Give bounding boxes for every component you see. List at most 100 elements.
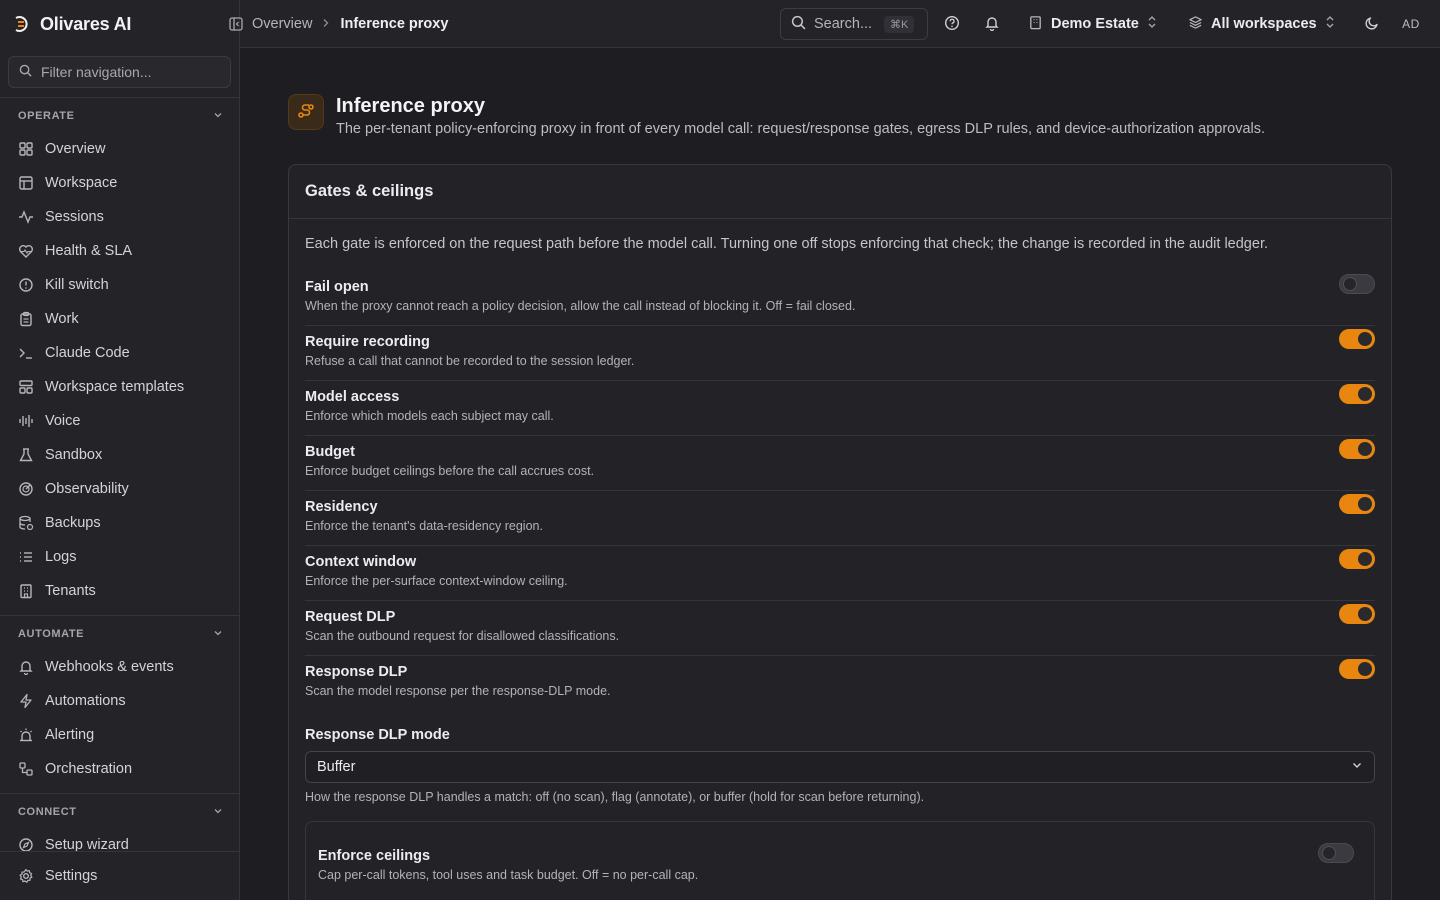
sidebar-toggle-button[interactable] (226, 15, 246, 35)
gate-label: Budget (305, 444, 355, 460)
gate-description: Refuse a call that cannot be recorded to… (305, 354, 635, 368)
search-icon (19, 64, 32, 80)
model-access-toggle[interactable] (1339, 384, 1375, 404)
page-icon (288, 94, 324, 130)
brand-logo-icon (12, 14, 32, 34)
moon-icon (1364, 15, 1380, 34)
sidebar-item-label: Alerting (45, 727, 95, 743)
toggle-knob (1358, 497, 1372, 511)
sidebar-item-voice[interactable]: Voice (8, 406, 231, 436)
sidebar-item-label: Sessions (45, 209, 104, 225)
sidebar-item-label: Kill switch (45, 277, 109, 293)
sidebar-item-label: Work (45, 311, 79, 327)
response-dlp-toggle[interactable] (1339, 659, 1375, 679)
sidebar-item-label: Automations (45, 693, 126, 709)
ceilings-card: Enforce ceilings Cap per-call tokens, to… (305, 821, 1375, 900)
response-dlp-mode-label: Response DLP mode (305, 727, 450, 743)
gate-description: Scan the model response per the response… (305, 684, 611, 698)
residency-toggle[interactable] (1339, 494, 1375, 514)
page-title: Inference proxy (336, 95, 485, 117)
workspace-picker[interactable]: All workspaces (1188, 12, 1335, 36)
sidebar-item-settings[interactable]: Settings (8, 861, 231, 891)
sidebar-item-automations[interactable]: Automations (8, 686, 231, 716)
request-dlp-toggle[interactable] (1339, 604, 1375, 624)
sidebar-item-webhooks-events[interactable]: Webhooks & events (8, 652, 231, 682)
dashboard-icon (17, 140, 35, 158)
toggle-knob (1358, 607, 1372, 621)
response-dlp-mode-select[interactable]: Buffer (305, 751, 1375, 783)
sidebar-item-label: Overview (45, 141, 106, 157)
group-connect[interactable]: CONNECT (18, 804, 223, 820)
sidebar-item-workspace-templates[interactable]: Workspace templates (8, 372, 231, 402)
sidebar-item-tenants[interactable]: Tenants (8, 576, 231, 606)
notifications-button[interactable] (982, 14, 1002, 34)
gate-description: Enforce the tenant's data-residency regi… (305, 519, 543, 533)
group-operate[interactable]: OPERATE (18, 108, 223, 124)
sidebar-item-orchestration[interactable]: Orchestration (8, 754, 231, 784)
brand-name: Olivares AI (40, 13, 132, 34)
require-recording-toggle[interactable] (1339, 329, 1375, 349)
sidebar-item-health-sla[interactable]: Health & SLA (8, 236, 231, 266)
fail-open-toggle[interactable] (1339, 274, 1375, 294)
toggle-knob (1343, 277, 1357, 291)
gate-budget: Budget Enforce budget ceilings before th… (305, 436, 1375, 491)
gate-description: Enforce the per-surface context-window c… (305, 574, 568, 588)
brand[interactable]: Olivares AI (12, 12, 131, 36)
context-window-toggle[interactable] (1339, 549, 1375, 569)
zap-icon (17, 692, 35, 710)
chevrons-up-down-icon (1325, 15, 1335, 33)
sidebar-item-logs[interactable]: Logs (8, 542, 231, 572)
sidebar-divider (0, 615, 239, 616)
tenant-picker[interactable]: Demo Estate (1028, 12, 1157, 36)
filter-navigation-input[interactable] (41, 64, 221, 80)
theme-toggle-button[interactable] (1362, 14, 1382, 34)
sidebar-item-observability[interactable]: Observability (8, 474, 231, 504)
search-placeholder: Search... (814, 16, 873, 32)
search-shortcut: ⌘K (884, 15, 915, 33)
tenant-name: Demo Estate (1051, 16, 1139, 32)
audio-lines-icon (17, 412, 35, 430)
sidebar-item-overview[interactable]: Overview (8, 134, 231, 164)
sidebar-item-claude-code[interactable]: Claude Code (8, 338, 231, 368)
sidebar-item-work[interactable]: Work (8, 304, 231, 334)
search-icon (791, 15, 806, 34)
bell-icon (984, 15, 1000, 34)
sidebar-item-workspace[interactable]: Workspace (8, 168, 231, 198)
sidebar-item-label: Workspace (45, 175, 118, 191)
sidebar-item-label: Tenants (45, 583, 96, 599)
chevron-down-icon (213, 628, 223, 641)
breadcrumb-current: Inference proxy (340, 16, 449, 32)
breadcrumb-overview-link[interactable]: Overview (252, 16, 312, 32)
avatar[interactable]: AD (1398, 12, 1424, 36)
sidebar-item-kill-switch[interactable]: Kill switch (8, 270, 231, 300)
alert-circle-icon (17, 276, 35, 294)
sidebar-item-sandbox[interactable]: Sandbox (8, 440, 231, 470)
gate-label: Model access (305, 389, 400, 405)
enforce-ceilings-toggle[interactable] (1318, 843, 1354, 863)
card-title: Gates & ceilings (305, 182, 434, 200)
chevron-down-icon (213, 806, 223, 819)
sidebar-item-label: Workspace templates (45, 379, 185, 395)
help-button[interactable] (942, 14, 962, 34)
workflow-icon (17, 760, 35, 778)
sidebar-item-alerting[interactable]: Alerting (8, 720, 231, 750)
sidebar-item-label: Settings (45, 868, 98, 884)
sidebar-item-sessions[interactable]: Sessions (8, 202, 231, 232)
toggle-knob (1358, 387, 1372, 401)
gates-card: Gates & ceilings Each gate is enforced o… (288, 164, 1392, 900)
filter-navigation[interactable] (8, 56, 231, 88)
sidebar-divider (0, 97, 239, 98)
toggle-knob (1358, 552, 1372, 566)
chevron-down-icon (213, 110, 223, 123)
sidebar-item-label: Logs (45, 549, 77, 565)
database-backup-icon (17, 514, 35, 532)
budget-toggle[interactable] (1339, 439, 1375, 459)
global-search[interactable]: Search... ⌘K (780, 8, 928, 40)
bell-icon (17, 658, 35, 676)
group-automate[interactable]: AUTOMATE (18, 626, 223, 642)
sidebar-item-backups[interactable]: Backups (8, 508, 231, 538)
chevron-down-icon (1351, 759, 1363, 775)
terminal-icon (17, 344, 35, 362)
gate-label: Residency (305, 499, 378, 515)
toggle-knob (1322, 846, 1336, 860)
